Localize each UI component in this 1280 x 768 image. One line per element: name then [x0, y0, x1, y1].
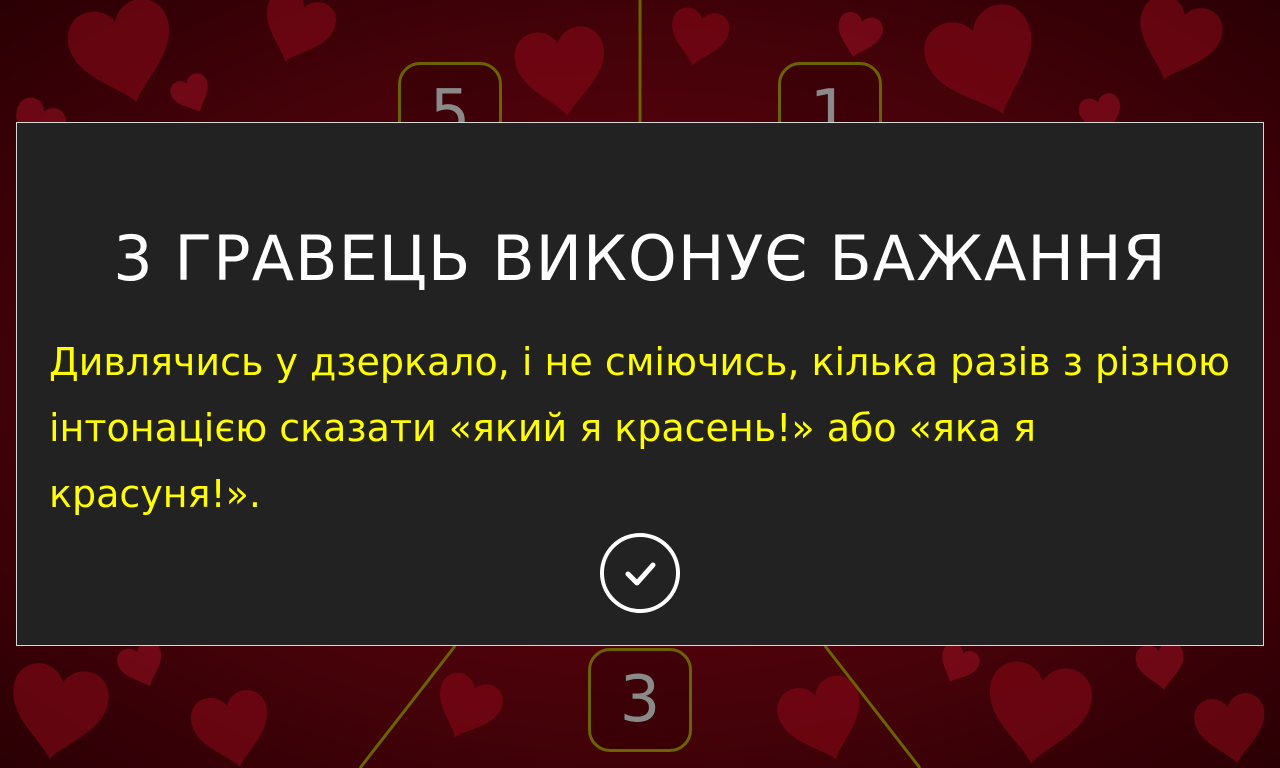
sector-3: 3 [588, 648, 692, 752]
dialog-title: 3 ГРАВЕЦЬ ВИКОНУЄ БАЖАННЯ [113, 222, 1167, 295]
task-dialog: 3 ГРАВЕЦЬ ВИКОНУЄ БАЖАННЯ Дивлячись у дз… [16, 122, 1264, 646]
confirm-button[interactable] [600, 533, 680, 613]
task-description: Дивлячись у дзеркало, і не сміючись, кіл… [49, 340, 1230, 516]
check-circle-icon [625, 562, 656, 586]
game-board: 5 1 3 3 ГРАВЕЦЬ ВИКОНУЄ БАЖАННЯ Дивлячис… [0, 0, 1280, 768]
